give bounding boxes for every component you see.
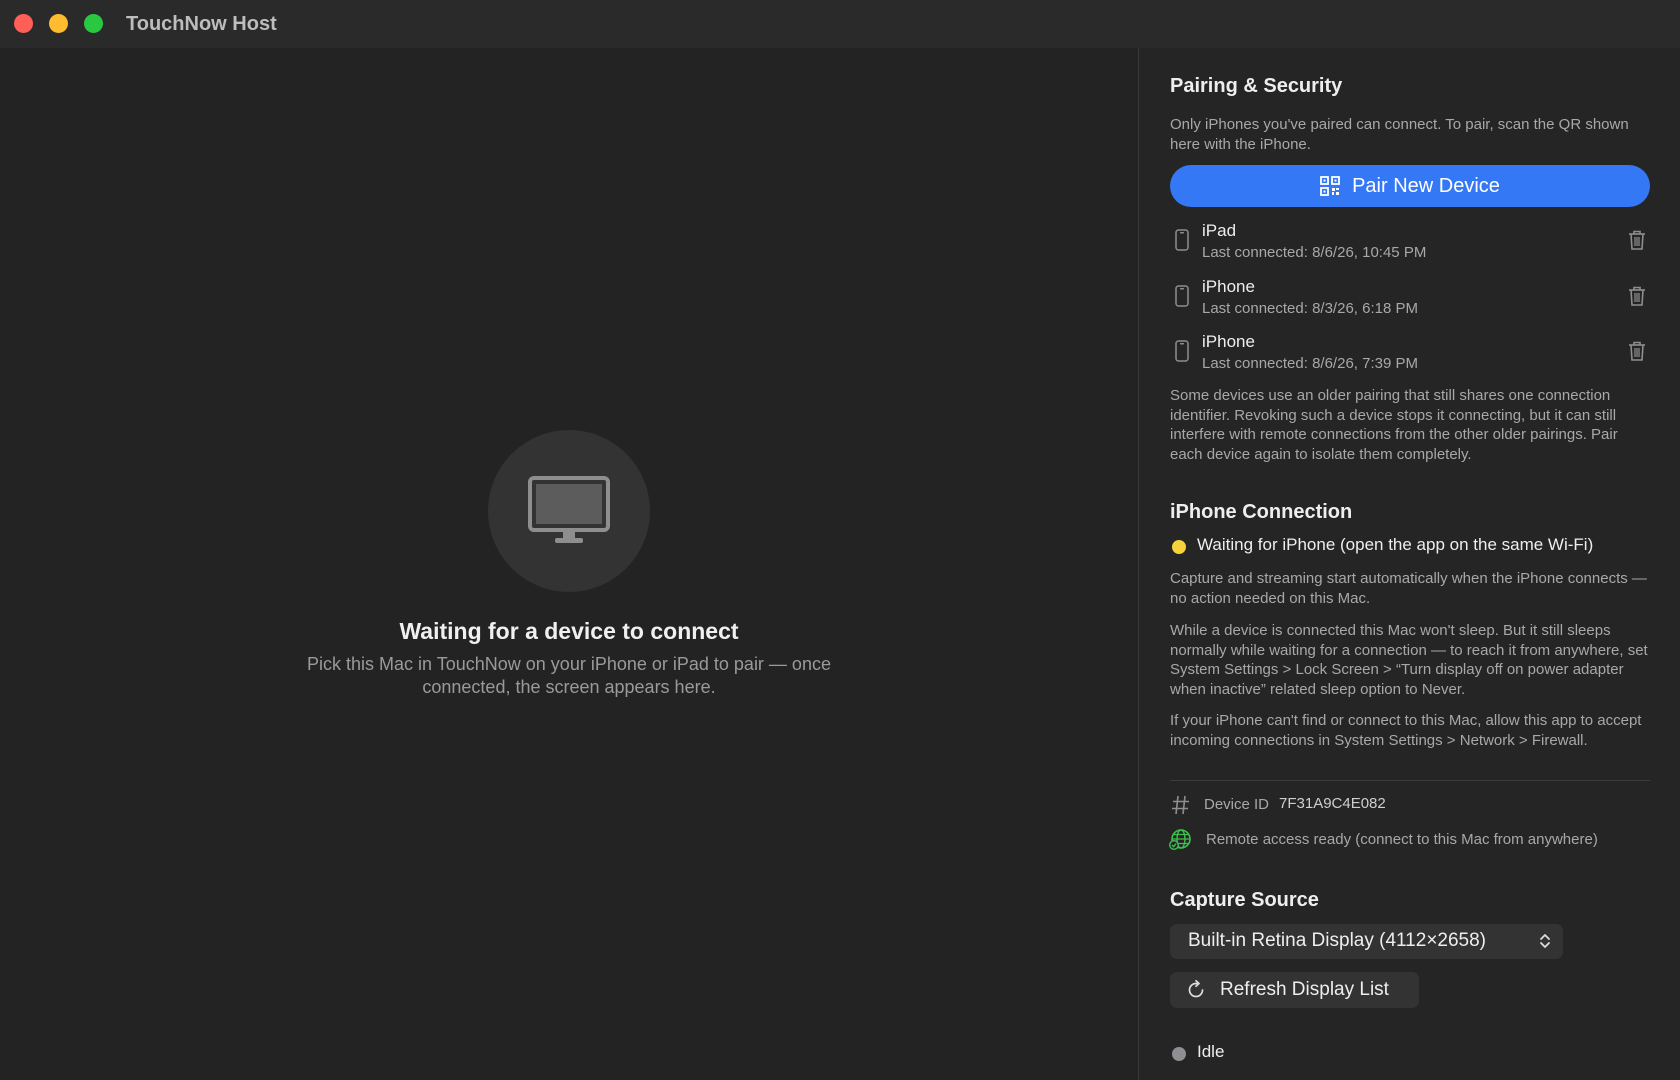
device-name: iPhone [1202, 277, 1255, 296]
waiting-title: Waiting for a device to connect [399, 618, 739, 644]
phone-icon [1175, 340, 1189, 362]
trash-icon[interactable] [1628, 229, 1646, 251]
capture-status: Idle [1170, 1042, 1370, 1064]
refresh-display-list-button[interactable]: Refresh Display List [1170, 972, 1419, 1008]
waiting-subtitle: Pick this Mac in TouchNow on your iPhone… [307, 654, 831, 697]
refresh-display-list-label: Refresh Display List [1220, 979, 1389, 1000]
connection-heading: iPhone Connection [1170, 501, 1353, 523]
paired-device-row[interactable]: iPhone Last connected: 8/3/26, 6:18 PM [1170, 277, 1652, 325]
display-icon [528, 476, 610, 543]
device-id-value[interactable]: 7F31A9C4E082 [1279, 795, 1386, 812]
connection-para-firewall: If your iPhone can't find or connect to … [1170, 712, 1642, 749]
display-icon-badge [488, 430, 650, 592]
capture-heading: Capture Source [1170, 889, 1319, 911]
qr-code-icon [1320, 176, 1340, 196]
device-last-connected: Last connected: 8/6/26, 10:45 PM [1202, 244, 1427, 261]
pair-new-device-label: Pair New Device [1352, 174, 1500, 197]
remote-access-text: Remote access ready (connect to this Mac… [1206, 831, 1598, 848]
paired-device-row[interactable]: iPad Last connected: 8/6/26, 10:45 PM [1170, 221, 1652, 269]
number-sign-icon [1172, 795, 1189, 815]
close-window-button[interactable] [14, 14, 33, 33]
zoom-window-button[interactable] [84, 14, 103, 33]
pairing-heading: Pairing & Security [1170, 75, 1343, 97]
trash-icon[interactable] [1628, 340, 1646, 362]
globe-icon [1168, 829, 1191, 851]
device-name: iPad [1202, 221, 1237, 240]
pairing-description: Only iPhones you've paired can connect. … [1170, 116, 1629, 153]
app-window: TouchNow Host Waiting for a device to co… [0, 0, 1680, 1080]
device-name: iPhone [1202, 332, 1255, 351]
window-title: TouchNow Host [126, 13, 277, 35]
section-divider [1170, 780, 1650, 781]
connection-status: Waiting for iPhone (open the app on the … [1170, 535, 1652, 557]
connection-para-auto: Capture and streaming start automaticall… [1170, 570, 1647, 607]
connection-para-sleep: While a device is connected this Mac won… [1170, 622, 1648, 698]
minimize-window-button[interactable] [49, 14, 68, 33]
connection-status-text: Waiting for iPhone (open the app on the … [1197, 535, 1594, 554]
status-indicator [1172, 540, 1186, 554]
remote-access-row: Remote access ready (connect to this Mac… [1168, 827, 1652, 853]
refresh-icon [1188, 980, 1204, 998]
title-bar: TouchNow Host [0, 0, 1680, 48]
device-last-connected: Last connected: 8/3/26, 6:18 PM [1202, 300, 1418, 317]
capture-status-text: Idle [1197, 1042, 1225, 1061]
pair-new-device-button[interactable]: Pair New Device [1170, 165, 1650, 207]
capture-display-value: Built-in Retina Display (4112×2658) [1188, 930, 1487, 951]
capture-status-indicator [1172, 1047, 1186, 1061]
chevron-up-down-icon [1540, 934, 1550, 948]
device-id-label: Device ID [1204, 796, 1270, 813]
settings-sidebar[interactable]: Pairing & Security Only iPhones you've p… [1139, 48, 1680, 1080]
trash-icon[interactable] [1628, 285, 1646, 307]
pairing-note: Some devices use an older pairing that s… [1170, 387, 1618, 463]
paired-device-row[interactable]: iPhone Last connected: 8/6/26, 7:39 PM [1170, 332, 1652, 380]
device-last-connected: Last connected: 8/6/26, 7:39 PM [1202, 355, 1418, 372]
device-id-row: Device ID 7F31A9C4E082 [1170, 792, 1652, 818]
phone-icon [1175, 285, 1189, 307]
capture-display-select[interactable]: Built-in Retina Display (4112×2658) [1170, 924, 1563, 959]
phone-icon [1175, 229, 1189, 251]
screen-preview-area: Waiting for a device to connect Pick thi… [0, 48, 1138, 1080]
